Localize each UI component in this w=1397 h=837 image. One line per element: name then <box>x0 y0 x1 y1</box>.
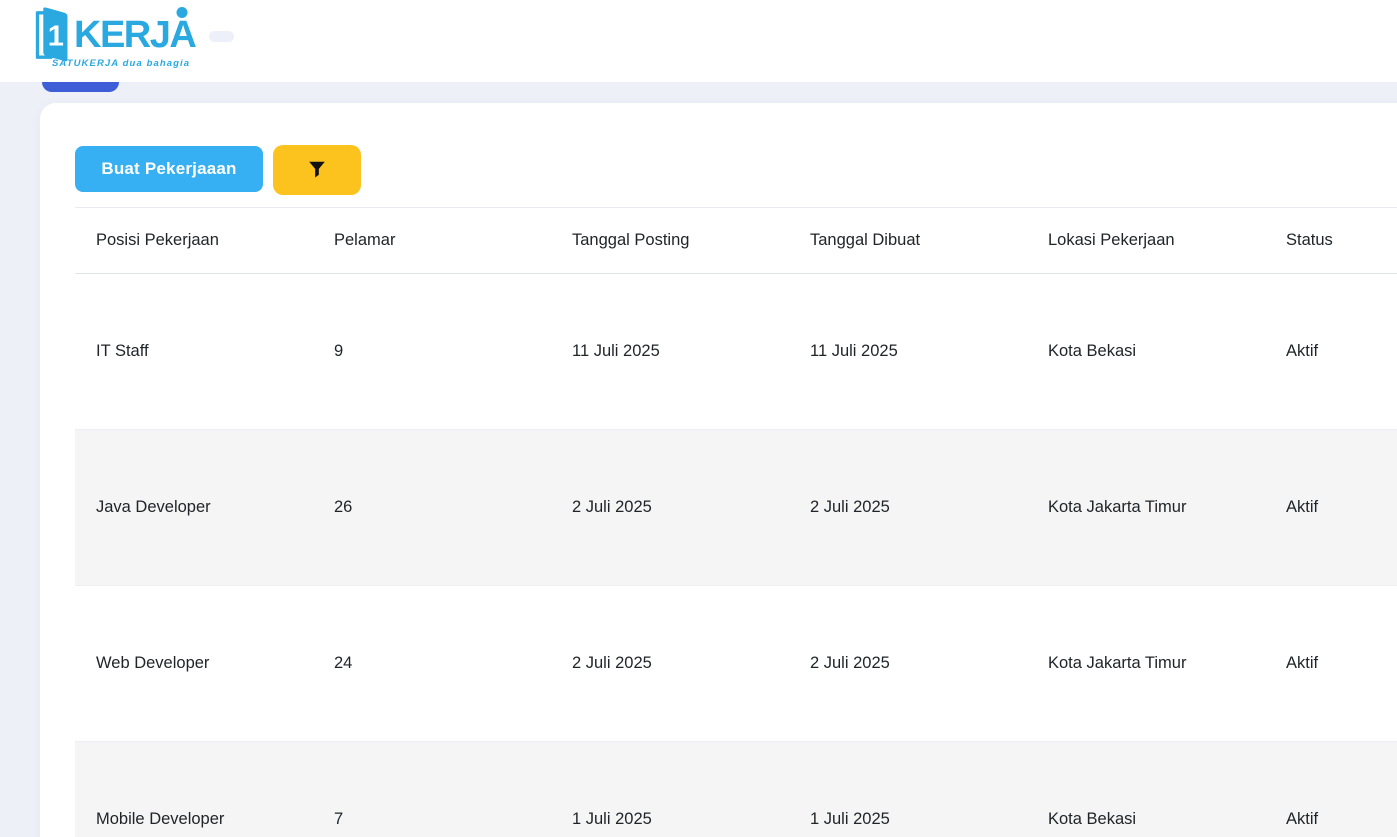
jobs-table: Posisi Pekerjaan Pelamar Tanggal Posting Ta… <box>75 207 1397 837</box>
column-header: Lokasi Pekerjaan <box>1048 231 1175 249</box>
funnel-icon <box>309 161 325 178</box>
logo-person-a: A <box>169 6 196 64</box>
table-row[interactable]: Mobile Developer 7 1 Juli 2025 1 Juli 2025 K… <box>75 742 1397 837</box>
table-cell: 26 <box>334 498 353 516</box>
table-cell: Kota Bekasi <box>1048 810 1137 828</box>
column-header: Tanggal Posting <box>572 231 690 249</box>
table-cell: 11 Juli 2025 <box>572 342 660 360</box>
navbar-toggle-pill[interactable] <box>209 31 234 42</box>
table-cell: Aktif <box>1286 654 1319 672</box>
table-cell: 11 Juli 2025 <box>810 342 898 360</box>
app-logo: 1 KERJA SATUKERJA dua bahagia <box>32 6 197 69</box>
table-cell: Aktif <box>1286 810 1319 828</box>
table-cell: Web Developer <box>96 654 210 672</box>
table-row[interactable]: Web Developer 24 2 Juli 2025 2 Juli 2025 Kot… <box>75 586 1397 742</box>
table-cell: 2 Juli 2025 <box>810 498 890 516</box>
table-cell: 1 Juli 2025 <box>810 810 890 828</box>
door-icon: 1 <box>35 7 68 62</box>
top-header: 1 KERJA SATUKERJA dua bahagia <box>0 0 1397 82</box>
table-cell: Aktif <box>1286 498 1319 516</box>
table-cell: Kota Jakarta Timur <box>1048 498 1187 516</box>
table-cell: 2 Juli 2025 <box>810 654 890 672</box>
table-cell: 2 Juli 2025 <box>572 654 652 672</box>
table-cell: 9 <box>334 342 344 360</box>
table-cell: IT Staff <box>96 342 149 360</box>
column-header: Pelamar <box>334 231 396 249</box>
table-body: IT Staff 9 11 Juli 2025 11 Juli 2025 Kota Be… <box>75 274 1397 837</box>
column-header: Tanggal Dibuat <box>810 231 921 249</box>
content-card: Buat Pekerjaaan Posisi Pekerjaan Pelamar T… <box>40 103 1397 837</box>
svg-text:1: 1 <box>48 21 64 53</box>
table-header-row: Posisi Pekerjaan Pelamar Tanggal Posting Ta… <box>75 208 1397 274</box>
table-cell: Java Developer <box>96 498 211 516</box>
table-cell: Kota Bekasi <box>1048 342 1137 360</box>
table-cell: 2 Juli 2025 <box>572 498 652 516</box>
create-job-button[interactable]: Buat Pekerjaaan <box>75 146 263 192</box>
table-cell: Aktif <box>1286 342 1319 360</box>
column-header: Posisi Pekerjaan <box>96 231 219 249</box>
filter-button[interactable] <box>273 145 361 195</box>
table-cell: 7 <box>334 810 344 828</box>
table-row[interactable]: Java Developer 26 2 Juli 2025 2 Juli 2025 Ko… <box>75 430 1397 586</box>
table-cell: Mobile Developer <box>96 810 225 828</box>
toolbar: Buat Pekerjaaan <box>75 145 361 197</box>
table-cell: 1 Juli 2025 <box>572 810 652 828</box>
table-cell: 24 <box>334 654 353 672</box>
table-row[interactable]: IT Staff 9 11 Juli 2025 11 Juli 2025 Kota Be… <box>75 274 1397 430</box>
logo-wordmark: KERJA <box>74 6 197 64</box>
table-cell: Kota Jakarta Timur <box>1048 654 1187 672</box>
column-header: Status <box>1286 231 1333 249</box>
